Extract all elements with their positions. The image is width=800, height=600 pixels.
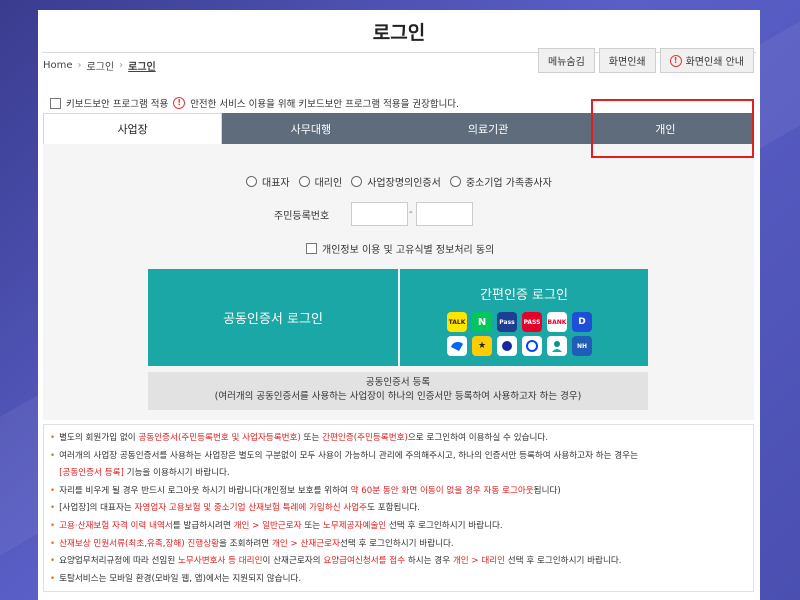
notice-text: 별도의 회원가입 없이 공동인증서(주민등록번호 및 사업자등록번호) 또는 간… xyxy=(59,433,549,443)
bullet-icon: • xyxy=(50,485,56,496)
notice-text: [공동인증서 등록] 기능을 이용하시기 바랍니다. xyxy=(59,468,230,479)
notice-item: • 자리를 비우게 될 경우 반드시 로그아웃 하시기 바랍니다(개인정보 보호… xyxy=(50,483,747,501)
notice-item: • 고용·산재보험 자격 이력 내역서를 발급하시려면 개인 > 일반근로자 또… xyxy=(50,518,747,536)
breadcrumb-home[interactable]: Home xyxy=(43,60,73,71)
bullet-icon: • xyxy=(50,450,56,461)
samsung-pass-icon xyxy=(497,336,517,356)
simple-auth-login-label: 간편인증 로그인 xyxy=(480,288,568,303)
keyboard-security-row: 키보드보안 프로그램 적용 ! 안전한 서비스 이용을 위해 키보드보안 프로그… xyxy=(50,96,459,110)
print-guide-label: 화면인쇄 안내 xyxy=(685,57,744,68)
breadcrumb: Home › 로그인 › 로그인 xyxy=(43,58,156,73)
simple-auth-login-button[interactable]: 간편인증 로그인 TALK N Pass PASS BANK D ★ NH xyxy=(400,269,648,366)
ssn-dash: - xyxy=(409,207,413,218)
radio-label: 중소기업 가족종사자 xyxy=(465,178,552,189)
notice-item: • 산재보상 민원서류(최초,유족,장해) 진행상황을 조회하려면 개인 > 산… xyxy=(50,536,747,554)
top-button-group: 메뉴숨김 화면인쇄 ! 화면인쇄 안내 xyxy=(537,48,754,73)
notice-item: • [공동인증서 등록] 기능을 이용하시기 바랍니다. xyxy=(50,465,747,483)
notice-text: 자리를 비우게 될 경우 반드시 로그아웃 하시기 바랍니다(개인정보 보호를 … xyxy=(59,485,561,496)
toss-icon xyxy=(447,336,467,356)
privacy-agree-checkbox[interactable] xyxy=(306,243,317,254)
privacy-agree-row: 개인정보 이용 및 고유식별 정보처리 동의 xyxy=(306,241,494,256)
notice-item: • [사업장]의 대표자는 자영업자 고용보험 및 중소기업 산재보험 특례에 … xyxy=(50,500,747,518)
ssn-label: 주민등록번호 xyxy=(274,211,330,222)
cert-register-title: 공동인증서 등록 xyxy=(365,377,431,388)
keyboard-security-notice: 안전한 서비스 이용을 위해 키보드보안 프로그램 적용을 권장합니다. xyxy=(190,99,460,110)
bullet-icon: • xyxy=(50,556,56,567)
radio-family-worker[interactable] xyxy=(449,176,461,187)
breadcrumb-current[interactable]: 로그인 xyxy=(128,58,156,73)
ssn-front-input[interactable] xyxy=(351,202,408,226)
tab-medical[interactable]: 의료기관 xyxy=(400,113,577,144)
page-title: 로그인 xyxy=(372,22,426,44)
hide-menu-label: 메뉴숨김 xyxy=(547,57,585,68)
chevron-right-icon: › xyxy=(119,60,124,71)
tab-business[interactable]: 사업장 xyxy=(43,113,223,144)
breadcrumb-login[interactable]: 로그인 xyxy=(87,58,115,73)
star-icon: ★ xyxy=(472,336,492,356)
shinhan-icon xyxy=(522,336,542,356)
kakao-icon: TALK xyxy=(447,312,467,332)
print-guide-button[interactable]: ! 화면인쇄 안내 xyxy=(659,48,754,73)
hide-menu-button[interactable]: 메뉴숨김 xyxy=(537,48,595,73)
bullet-icon: • xyxy=(50,520,56,531)
joint-cert-login-button[interactable]: 공동인증서 로그인 xyxy=(148,269,398,366)
bank-icon: BANK xyxy=(547,312,567,332)
radio-business-cert[interactable] xyxy=(351,176,363,187)
bullet-icon: • xyxy=(50,538,56,549)
nh-icon: NH xyxy=(572,336,592,356)
warning-icon: ! xyxy=(669,54,682,67)
radio-label: 대표자 xyxy=(262,178,290,189)
bullet-icon: • xyxy=(50,503,56,514)
pass-red-icon: PASS xyxy=(522,312,542,332)
radio-label: 사업장명의인증서 xyxy=(367,178,441,189)
bullet-icon: • xyxy=(50,433,56,443)
bullet-icon: • xyxy=(50,573,56,584)
radio-representative[interactable] xyxy=(246,176,257,187)
notice-item: • 요양업무처리규정에 따라 선임된 노무사변호사 등 대리인이 산재근로자의 … xyxy=(50,553,747,571)
notice-text: 산재보상 민원서류(최초,유족,장해) 진행상황을 조회하려면 개인 > 산재근… xyxy=(59,538,454,549)
pass-icon: Pass xyxy=(497,312,517,332)
notice-text: 요양업무처리규정에 따라 선임된 노무사변호사 등 대리인이 산재근로자의 요양… xyxy=(59,556,622,567)
notice-item: • 여러개의 사업장 공동인증서를 사용하는 사업장은 별도의 구분없이 모두 … xyxy=(50,448,747,466)
joint-cert-login-label: 공동인증서 로그인 xyxy=(223,312,323,327)
tab-agency[interactable]: 사무대행 xyxy=(222,113,399,144)
shield-d-icon: D xyxy=(572,312,592,332)
highlight-box xyxy=(591,99,754,158)
hana-icon xyxy=(547,336,567,356)
radio-label: 대리인 xyxy=(314,178,343,189)
keyboard-security-checkbox[interactable] xyxy=(50,97,61,109)
chevron-right-icon: › xyxy=(77,60,82,71)
keyboard-security-label: 키보드보안 프로그램 적용 xyxy=(66,99,169,110)
ssn-back-input[interactable] xyxy=(416,202,473,226)
notice-text: [사업장]의 대표자는 자영업자 고용보험 및 중소기업 산재보험 특례에 가입… xyxy=(59,503,420,514)
print-screen-button[interactable]: 화면인쇄 xyxy=(598,48,656,73)
notice-text: 고용·산재보험 자격 이력 내역서를 발급하시려면 개인 > 일반근로자 또는 … xyxy=(59,520,503,531)
login-window: 로그인 Home › 로그인 › 로그인 메뉴숨김 화면인쇄 ! 화면인쇄 안내… xyxy=(38,10,760,600)
cert-register-button[interactable]: 공동인증서 등록 (여러개의 공동인증서를 사용하는 사업장이 하나의 인증서만… xyxy=(148,372,648,410)
notice-box: • 별도의 회원가입 없이 공동인증서(주민등록번호 및 사업자등록번호) 또는… xyxy=(43,424,754,592)
radio-agent[interactable] xyxy=(298,176,310,187)
privacy-agree-label: 개인정보 이용 및 고유식별 정보처리 동의 xyxy=(322,245,495,256)
notice-text: 토탈서비스는 모바일 환경(모바일 웹, 앱)에서는 지원되지 않습니다. xyxy=(59,573,302,584)
naver-icon: N xyxy=(472,312,492,332)
notice-item: • 별도의 회원가입 없이 공동인증서(주민등록번호 및 사업자등록번호) 또는… xyxy=(50,430,747,448)
user-type-radio-group: 대표자 대리인 사업장명의인증서 중소기업 가족종사자 xyxy=(242,174,552,189)
auth-app-icons: TALK N Pass PASS BANK D ★ NH xyxy=(447,312,592,356)
notice-item: • 토탈서비스는 모바일 환경(모바일 웹, 앱)에서는 지원되지 않습니다. xyxy=(50,571,747,589)
notice-text: 여러개의 사업장 공동인증서를 사용하는 사업장은 별도의 구분없이 모두 사용… xyxy=(59,450,638,461)
print-screen-label: 화면인쇄 xyxy=(608,57,646,68)
cert-register-desc: (여러개의 공동인증서를 사용하는 사업장이 하나의 인증서만 등록하여 사용하… xyxy=(214,390,582,402)
warning-icon: ! xyxy=(173,97,186,109)
